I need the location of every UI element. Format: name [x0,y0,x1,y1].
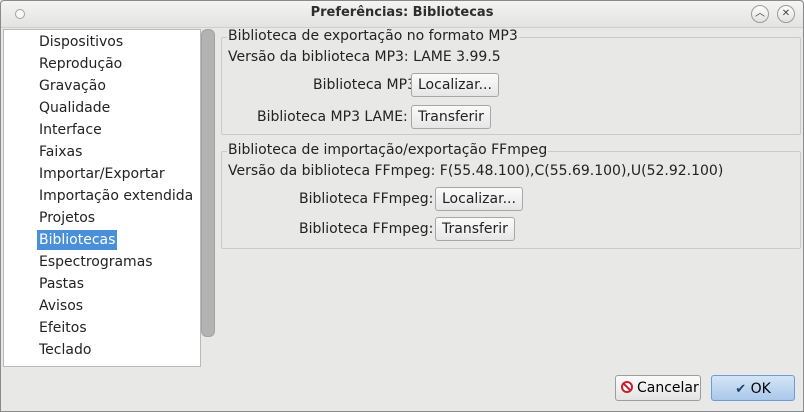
sidebar-item-qualidade[interactable]: Qualidade [37,98,112,118]
sidebar-item-reproducao[interactable]: Reprodução [37,54,124,74]
mp3-version-label: Versão da biblioteca MP3: LAME 3.99.5 [228,49,501,65]
category-list[interactable]: Dispositivos Reprodução Gravação Qualida… [3,29,201,367]
sidebar-item-projetos[interactable]: Projetos [37,208,97,228]
ffmpeg-library-label: Biblioteca FFmpeg: [299,191,434,207]
category-list-scrollbar[interactable] [201,29,215,365]
ffmpeg-group-title: Biblioteca de importação/exportação FFmp… [227,142,549,158]
mp3-lame-label: Biblioteca MP3 LAME: [257,109,408,125]
sidebar-item-pastas[interactable]: Pastas [37,274,86,294]
cancel-icon [621,381,633,393]
sidebar-item-interface[interactable]: Interface [37,120,104,140]
sidebar-item-teclado[interactable]: Teclado [37,340,93,360]
checkmark-icon: ✔ [735,382,747,397]
sidebar-item-espectrogramas[interactable]: Espectrogramas [37,252,155,272]
sidebar-item-gravacao[interactable]: Gravação [37,76,108,96]
mp3-library-group: Biblioteca de exportação no formato MP3 … [221,28,801,135]
mp3-locate-button[interactable]: Localizar... [411,73,499,97]
ffmpeg-library-group: Biblioteca de importação/exportação FFmp… [221,142,801,249]
sidebar-item-efeitos[interactable]: Efeitos [37,318,89,338]
sidebar-item-faixas[interactable]: Faixas [37,142,84,162]
close-button[interactable]: ✕ [777,5,795,23]
title-bar: Preferências: Bibliotecas ︿ ✕ [1,1,803,28]
sidebar-item-dispositivos[interactable]: Dispositivos [37,32,125,52]
mp3-group-title: Biblioteca de exportação no formato MP3 [227,28,519,44]
sidebar-item-importacao-extendida[interactable]: Importação extendida [37,186,195,206]
scrollbar-thumb[interactable] [201,29,215,337]
mp3-library-label: Biblioteca MP3: [313,77,421,93]
chevron-up-icon: ︿ [755,8,765,19]
preferences-dialog: Preferências: Bibliotecas ︿ ✕ Dispositiv… [0,0,804,412]
sidebar-item-bibliotecas[interactable]: Bibliotecas [37,230,118,250]
sidebar-item-avisos[interactable]: Avisos [37,296,85,316]
ok-button-label: OK [750,381,771,397]
mp3-download-button[interactable]: Transferir [411,105,491,129]
ffmpeg-locate-button[interactable]: Localizar... [435,187,523,211]
sidebar-item-importar-exportar[interactable]: Importar/Exportar [37,164,167,184]
window-title: Preferências: Bibliotecas [310,5,494,20]
ffmpeg-library-label-2: Biblioteca FFmpeg: [299,221,434,237]
maximize-button[interactable]: ︿ [751,5,769,23]
ffmpeg-version-label: Versão da biblioteca FFmpeg: F(55.48.100… [228,163,724,179]
ok-button[interactable]: ✔ OK [711,375,795,401]
cancel-button-label: Cancelar [637,380,699,396]
close-icon: ✕ [781,8,791,19]
ffmpeg-download-button[interactable]: Transferir [435,217,515,241]
cancel-button[interactable]: Cancelar [615,375,701,401]
